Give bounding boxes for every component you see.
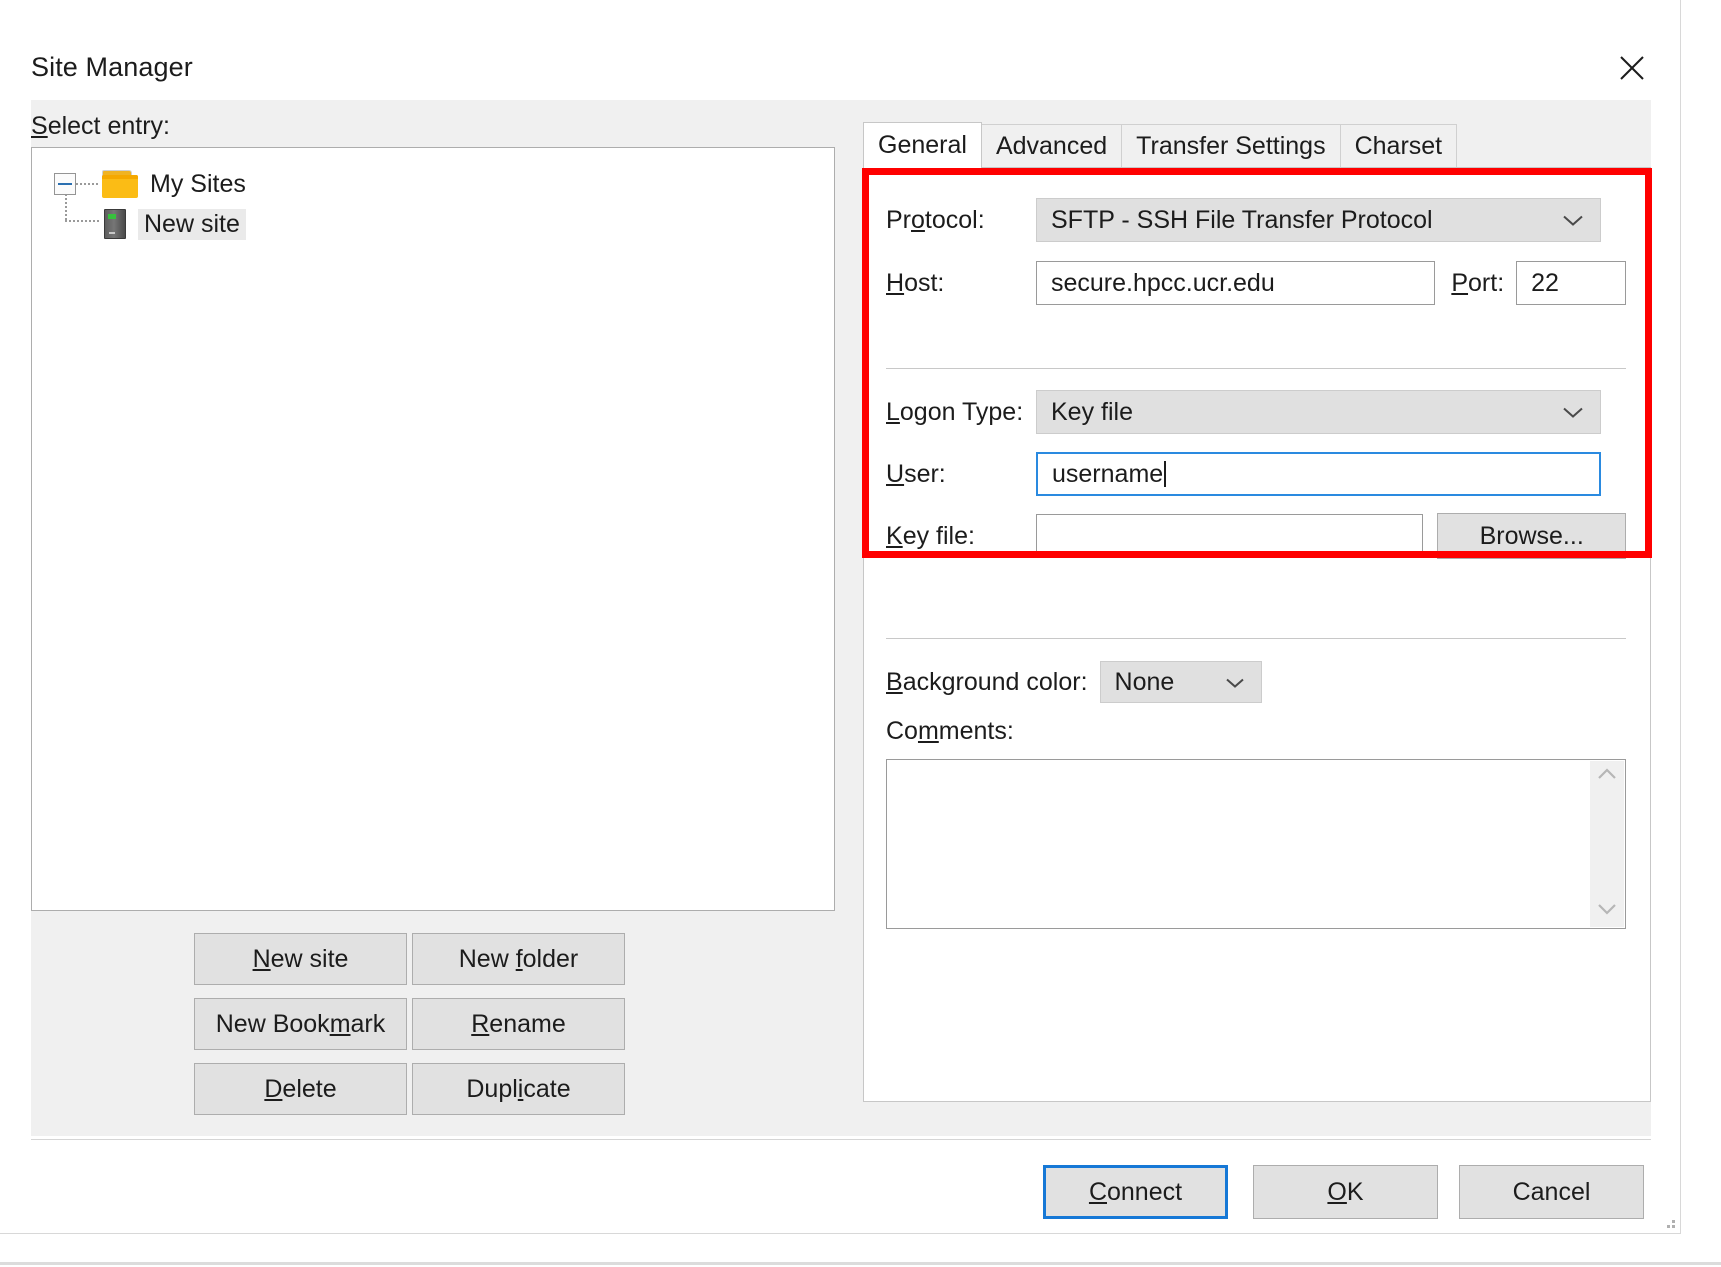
rename-button-label: Rename	[471, 1010, 566, 1039]
browse-button-label: Browse...	[1480, 522, 1584, 551]
select-entry-label-rest: elect entry:	[48, 112, 170, 140]
page-bottom-rule	[0, 1262, 1721, 1265]
tree-connector-dots	[76, 183, 100, 185]
tree-item-my-sites[interactable]: My Sites	[54, 164, 246, 204]
tree-expander-icon[interactable]	[54, 173, 76, 195]
protocol-select[interactable]: SFTP - SSH File Transfer Protocol	[1036, 198, 1601, 242]
tab-charset-label: Charset	[1355, 132, 1443, 161]
ok-button[interactable]: OK	[1253, 1165, 1438, 1219]
cancel-button[interactable]: Cancel	[1459, 1165, 1644, 1219]
text-caret	[1164, 461, 1166, 487]
browse-button[interactable]: Browse...	[1437, 513, 1626, 559]
tab-advanced-label: Advanced	[996, 132, 1107, 161]
tree-item-new-site[interactable]: New site	[54, 204, 246, 244]
footer-divider	[31, 1139, 1651, 1140]
dialog-title: Site Manager	[31, 52, 193, 83]
logon-type-label: Logon Type:	[886, 398, 1036, 427]
user-value: username	[1052, 460, 1163, 489]
host-value: secure.hpcc.ucr.edu	[1051, 269, 1275, 298]
ok-button-label: OK	[1327, 1178, 1363, 1207]
tree-item-label: My Sites	[150, 170, 246, 199]
new-bookmark-button-label: New Bookmark	[216, 1010, 386, 1039]
logon-type-row: Logon Type: Key file	[886, 390, 1626, 434]
host-input[interactable]: secure.hpcc.ucr.edu	[1036, 261, 1435, 305]
comments-textarea[interactable]	[886, 759, 1626, 929]
site-tree[interactable]: My Sites New site	[31, 147, 835, 911]
tab-transfer-settings[interactable]: Transfer Settings	[1121, 124, 1340, 168]
scroll-up-icon[interactable]	[1596, 767, 1618, 786]
delete-button-label: Delete	[264, 1075, 336, 1104]
new-site-button-label: New site	[253, 945, 349, 974]
tab-transfer-settings-label: Transfer Settings	[1136, 132, 1325, 161]
tab-advanced[interactable]: Advanced	[981, 124, 1122, 168]
chevron-down-icon	[1225, 668, 1245, 697]
logon-type-select[interactable]: Key file	[1036, 390, 1601, 434]
duplicate-button[interactable]: Duplicate	[412, 1063, 625, 1115]
background-color-row: Background color: None	[886, 660, 1262, 704]
port-input[interactable]: 22	[1516, 261, 1626, 305]
user-label: User:	[886, 460, 1036, 489]
cancel-button-label: Cancel	[1513, 1178, 1591, 1207]
protocol-value: SFTP - SSH File Transfer Protocol	[1051, 206, 1433, 235]
user-input[interactable]: username	[1036, 452, 1601, 496]
select-entry-label: Select entry:	[31, 112, 170, 141]
connect-button[interactable]: Connect	[1043, 1165, 1228, 1219]
divider-1	[886, 368, 1626, 369]
tab-general-label: General	[878, 131, 967, 160]
new-site-button[interactable]: New site	[194, 933, 407, 985]
general-tab-panel: Protocol: SFTP - SSH File Transfer Proto…	[863, 167, 1651, 1102]
protocol-label: Protocol:	[886, 206, 1036, 235]
host-row: Host: secure.hpcc.ucr.edu Port: 22	[886, 261, 1626, 305]
background-color-value: None	[1115, 668, 1175, 697]
key-file-input[interactable]	[1036, 514, 1423, 558]
tree-item-label: New site	[138, 209, 246, 240]
connect-button-label: Connect	[1089, 1178, 1182, 1207]
close-icon[interactable]	[1602, 38, 1662, 98]
dialog-body: Select entry: My Sites New site	[31, 100, 1651, 1136]
folder-icon	[102, 170, 138, 198]
new-folder-button[interactable]: New folder	[412, 933, 625, 985]
chevron-down-icon	[1562, 398, 1584, 427]
user-row: User: username	[886, 452, 1626, 496]
key-file-label: Key file:	[886, 522, 1036, 551]
site-manager-dialog: Site Manager Select entry:	[0, 0, 1681, 1234]
comments-scrollbar[interactable]	[1590, 761, 1624, 927]
rename-button[interactable]: Rename	[412, 998, 625, 1050]
screen: Site Manager Select entry:	[0, 0, 1721, 1267]
settings-tabstrip: General Advanced Transfer Settings Chars…	[863, 122, 1456, 168]
host-label: Host:	[886, 269, 1036, 298]
comments-label: Comments:	[886, 717, 1014, 746]
new-folder-button-label: New folder	[459, 945, 579, 974]
scroll-down-icon[interactable]	[1596, 902, 1618, 921]
background-color-select[interactable]: None	[1100, 661, 1262, 703]
divider-2	[886, 638, 1626, 639]
settings-pane: General Advanced Transfer Settings Chars…	[863, 122, 1651, 1122]
dialog-titlebar: Site Manager	[0, 0, 1680, 100]
port-label: Port:	[1451, 269, 1504, 298]
server-icon	[104, 209, 126, 239]
logon-type-value: Key file	[1051, 398, 1133, 427]
new-bookmark-button[interactable]: New Bookmark	[194, 998, 407, 1050]
delete-button[interactable]: Delete	[194, 1063, 407, 1115]
protocol-row: Protocol: SFTP - SSH File Transfer Proto…	[886, 198, 1626, 242]
background-color-label: Background color:	[886, 668, 1088, 697]
port-value: 22	[1531, 269, 1559, 298]
chevron-down-icon	[1562, 206, 1584, 235]
duplicate-button-label: Duplicate	[466, 1075, 570, 1104]
key-file-row: Key file: Browse...	[886, 514, 1626, 558]
resize-grip[interactable]	[1662, 1215, 1676, 1229]
tab-charset[interactable]: Charset	[1340, 124, 1458, 168]
tab-general[interactable]: General	[863, 122, 982, 168]
